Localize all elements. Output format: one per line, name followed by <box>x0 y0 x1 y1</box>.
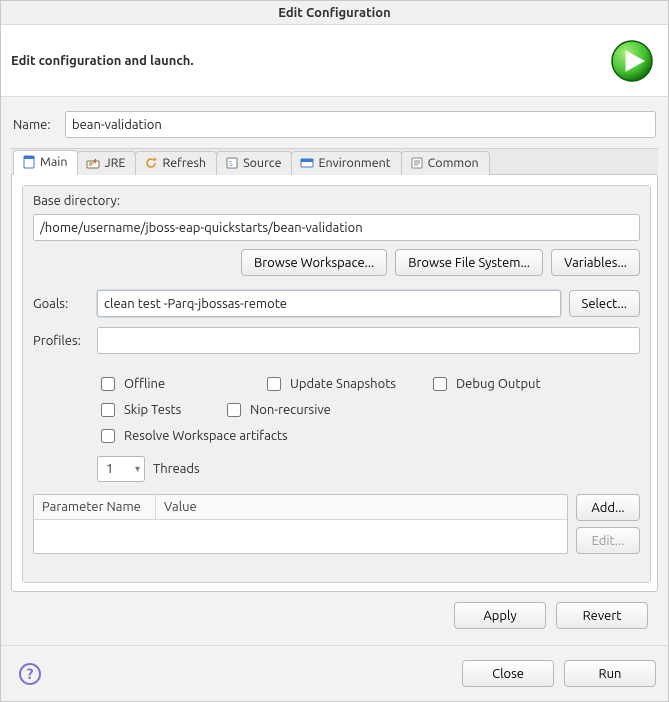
document-icon <box>22 155 36 169</box>
debug-output-checkbox[interactable]: Debug Output <box>429 374 569 394</box>
goals-select-button[interactable]: Select... <box>569 290 640 317</box>
base-directory-label: Base directory: <box>33 194 640 208</box>
banner-message: Edit configuration and launch. <box>11 54 194 68</box>
banner: Edit configuration and launch. <box>1 25 668 97</box>
svg-text:S: S <box>229 160 233 168</box>
check-label: Skip Tests <box>124 403 181 417</box>
name-input[interactable] <box>65 111 656 138</box>
close-button[interactable]: Close <box>462 660 554 687</box>
check-label: Non-recursive <box>250 403 331 417</box>
goals-input[interactable] <box>97 290 561 317</box>
help-icon[interactable]: ? <box>19 663 41 685</box>
run-button[interactable]: Run <box>564 660 656 687</box>
refresh-icon <box>144 156 158 170</box>
run-icon <box>610 39 654 83</box>
threads-value: 1 <box>106 462 113 476</box>
browse-workspace-button[interactable]: Browse Workspace... <box>241 249 387 276</box>
source-icon: S <box>225 156 239 170</box>
update-snapshots-checkbox[interactable]: Update Snapshots <box>263 374 403 394</box>
common-icon <box>410 156 424 170</box>
parameters-column-value: Value <box>156 495 567 519</box>
tab-source[interactable]: S Source <box>216 151 292 175</box>
tab-label: Refresh <box>162 156 206 170</box>
check-label: Debug Output <box>456 377 541 391</box>
apply-button[interactable]: Apply <box>454 602 546 629</box>
parameter-edit-button[interactable]: Edit... <box>576 527 640 554</box>
window-title: Edit Configuration <box>278 6 390 20</box>
tab-jre[interactable]: JRE <box>77 151 136 175</box>
non-recursive-checkbox[interactable]: Non-recursive <box>223 400 363 420</box>
tab-label: Main <box>40 155 67 169</box>
base-directory-input[interactable] <box>33 214 640 241</box>
jre-icon <box>86 156 100 170</box>
offline-checkbox[interactable]: Offline <box>97 374 237 394</box>
resolve-workspace-checkbox[interactable]: Resolve Workspace artifacts <box>97 426 357 446</box>
main-panel: Base directory: Browse Workspace... Brow… <box>23 186 650 582</box>
profiles-input[interactable] <box>97 327 640 354</box>
environment-icon <box>300 156 314 170</box>
threads-label: Threads <box>153 462 200 476</box>
check-label: Update Snapshots <box>290 377 396 391</box>
chevron-down-icon: ▾ <box>135 463 140 475</box>
title-bar: Edit Configuration <box>1 1 668 25</box>
tab-label: JRE <box>104 156 125 170</box>
parameter-add-button[interactable]: Add... <box>576 494 640 521</box>
skip-tests-checkbox[interactable]: Skip Tests <box>97 400 197 420</box>
threads-spinner[interactable]: 1 ▾ <box>97 456 145 482</box>
name-label: Name: <box>13 118 57 132</box>
tab-environment[interactable]: Environment <box>291 151 401 175</box>
goals-label: Goals: <box>33 297 89 311</box>
browse-filesystem-button[interactable]: Browse File System... <box>395 249 543 276</box>
variables-button[interactable]: Variables... <box>551 249 640 276</box>
tab-label: Common <box>428 156 479 170</box>
check-label: Offline <box>124 377 165 391</box>
tab-label: Source <box>243 156 281 170</box>
tab-label: Environment <box>318 156 390 170</box>
profiles-label: Profiles: <box>33 334 89 348</box>
check-label: Resolve Workspace artifacts <box>124 429 288 443</box>
tab-common[interactable]: Common <box>401 151 490 175</box>
revert-button[interactable]: Revert <box>556 602 648 629</box>
tab-refresh[interactable]: Refresh <box>135 151 217 175</box>
tab-main[interactable]: Main <box>13 150 78 175</box>
parameters-column-name: Parameter Name <box>34 495 156 519</box>
tab-strip: Main JRE Refresh S Source <box>11 148 658 174</box>
parameters-table[interactable]: Parameter Name Value <box>33 494 568 554</box>
